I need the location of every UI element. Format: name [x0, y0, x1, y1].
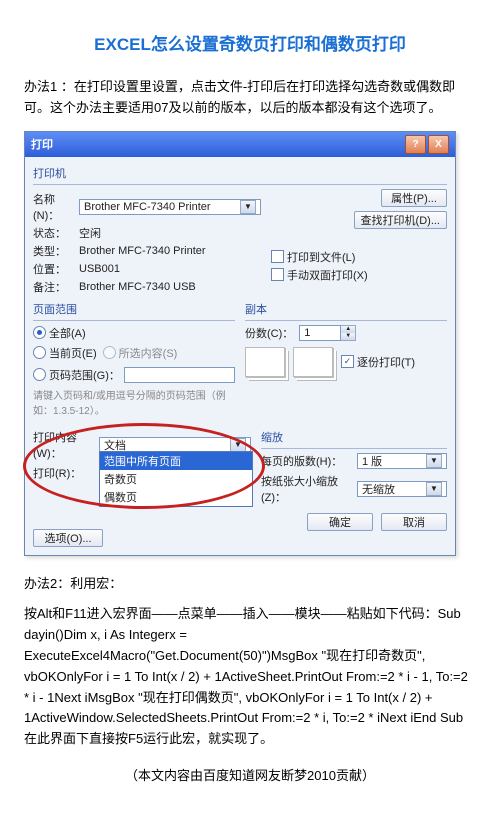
chevron-down-icon: ▼ [426, 482, 442, 496]
group-zoom: 缩放 [261, 429, 447, 445]
method2-body: 按Alt和F11进入宏界面——点菜单——插入——模块——粘贴如下代码：Sub d… [24, 604, 476, 750]
checkbox-icon [271, 268, 284, 281]
titlebar: 打印 ? X [25, 132, 455, 157]
collate-pages-icon [245, 347, 285, 377]
comment-label: 备注： [33, 279, 79, 295]
properties-button[interactable]: 属性(P)... [381, 189, 447, 207]
collate-pages-icon [293, 347, 333, 377]
status-label: 状态： [33, 225, 79, 241]
copies-spinner[interactable]: 1 ▲▼ [299, 325, 356, 341]
print-dropdown-list[interactable]: 范围中所有页面 奇数页 偶数页 [99, 451, 253, 507]
page-title: EXCEL怎么设置奇数页打印和偶数页打印 [24, 30, 476, 55]
copies-label: 份数(C)： [245, 325, 293, 341]
print-to-file-checkbox[interactable]: 打印到文件(L) [271, 249, 447, 265]
status-value: 空闲 [79, 225, 261, 241]
close-button[interactable]: X [428, 135, 449, 154]
range-all-label: 全部(A) [49, 325, 86, 341]
print-dialog: 打印 ? X 打印机 名称(N)： Brother MFC-7340 Print… [24, 131, 456, 556]
duplex-label: 手动双面打印(X) [287, 267, 368, 283]
pages-input[interactable] [124, 367, 235, 383]
name-label: 名称(N)： [33, 191, 79, 223]
type-value: Brother MFC-7340 Printer [79, 245, 261, 257]
duplex-checkbox[interactable]: 手动双面打印(X) [271, 267, 447, 283]
print-label: 打印(R)： [33, 465, 99, 481]
perpage-value: 1 版 [362, 453, 382, 469]
spin-down-icon[interactable]: ▼ [341, 333, 355, 340]
range-selected-radio: 所选内容(S) [103, 345, 178, 361]
type-label: 类型： [33, 243, 79, 259]
chevron-down-icon: ▼ [426, 454, 442, 468]
dropdown-item-even-pages[interactable]: 偶数页 [100, 488, 252, 506]
divider [245, 320, 447, 321]
method2-label: 办法2：利用宏： [24, 574, 476, 595]
print-dialog-screenshot: 打印 ? X 打印机 名称(N)： Brother MFC-7340 Print… [24, 131, 476, 556]
chevron-down-icon: ▼ [230, 438, 246, 452]
range-selected-label: 所选内容(S) [119, 345, 178, 361]
dialog-title: 打印 [31, 136, 53, 152]
copies-value[interactable]: 1 [299, 325, 341, 341]
collate-checkbox[interactable]: ✓逐份打印(T) [341, 354, 415, 370]
range-current-radio[interactable]: 当前页(E) [33, 345, 97, 361]
print-to-file-label: 打印到文件(L) [287, 249, 355, 265]
radio-icon [33, 346, 46, 359]
port-label: 位置： [33, 261, 79, 277]
group-copies: 副本 [245, 301, 447, 317]
range-all-radio[interactable]: 全部(A) [33, 325, 235, 341]
printer-name-combo[interactable]: Brother MFC-7340 Printer ▼ [79, 199, 261, 215]
range-current-label: 当前页(E) [49, 345, 97, 361]
options-button[interactable]: 选项(O)... [33, 529, 103, 547]
divider [33, 320, 235, 321]
radio-icon [33, 326, 46, 339]
dropdown-item-all-pages[interactable]: 范围中所有页面 [100, 452, 252, 470]
collate-label: 逐份打印(T) [357, 354, 415, 370]
ok-button[interactable]: 确定 [307, 513, 373, 531]
printer-name-value: Brother MFC-7340 Printer [84, 201, 211, 213]
group-range: 页面范围 [33, 301, 235, 317]
dropdown-item-odd-pages[interactable]: 奇数页 [100, 470, 252, 488]
range-hint: 请键入页码和/或用逗号分隔的页码范围（例如：1.3.5-12）。 [33, 387, 235, 417]
scale-label: 按纸张大小缩放(Z)： [261, 473, 357, 505]
checkbox-icon: ✓ [341, 355, 354, 368]
scale-value: 无缩放 [362, 481, 395, 497]
radio-icon [103, 346, 116, 359]
help-button[interactable]: ? [405, 135, 426, 154]
content-label: 打印内容(W)： [33, 429, 99, 461]
credit-text: （本文内容由百度知道网友断梦2010贡献） [24, 766, 476, 787]
find-printer-button[interactable]: 查找打印机(D)... [354, 211, 447, 229]
comment-value: Brother MFC-7340 USB [79, 281, 261, 293]
perpage-combo[interactable]: 1 版 ▼ [357, 453, 447, 469]
chevron-down-icon: ▼ [240, 200, 256, 214]
range-pages-radio[interactable]: 页码范围(G)： [33, 367, 120, 383]
checkbox-icon [271, 250, 284, 263]
scale-combo[interactable]: 无缩放 ▼ [357, 481, 447, 497]
range-pages-label: 页码范围(G)： [49, 367, 120, 383]
divider [33, 184, 447, 185]
cancel-button[interactable]: 取消 [381, 513, 447, 531]
method1-text: 办法1 ：在打印设置里设置，点击文件-打印后在打印选择勾选奇数或偶数即可。这个办… [24, 77, 476, 119]
perpage-label: 每页的版数(H)： [261, 453, 357, 469]
group-printer: 打印机 [33, 165, 447, 181]
spin-up-icon[interactable]: ▲ [341, 326, 355, 333]
divider [261, 448, 447, 449]
port-value: USB001 [79, 263, 261, 275]
radio-icon [33, 368, 46, 381]
